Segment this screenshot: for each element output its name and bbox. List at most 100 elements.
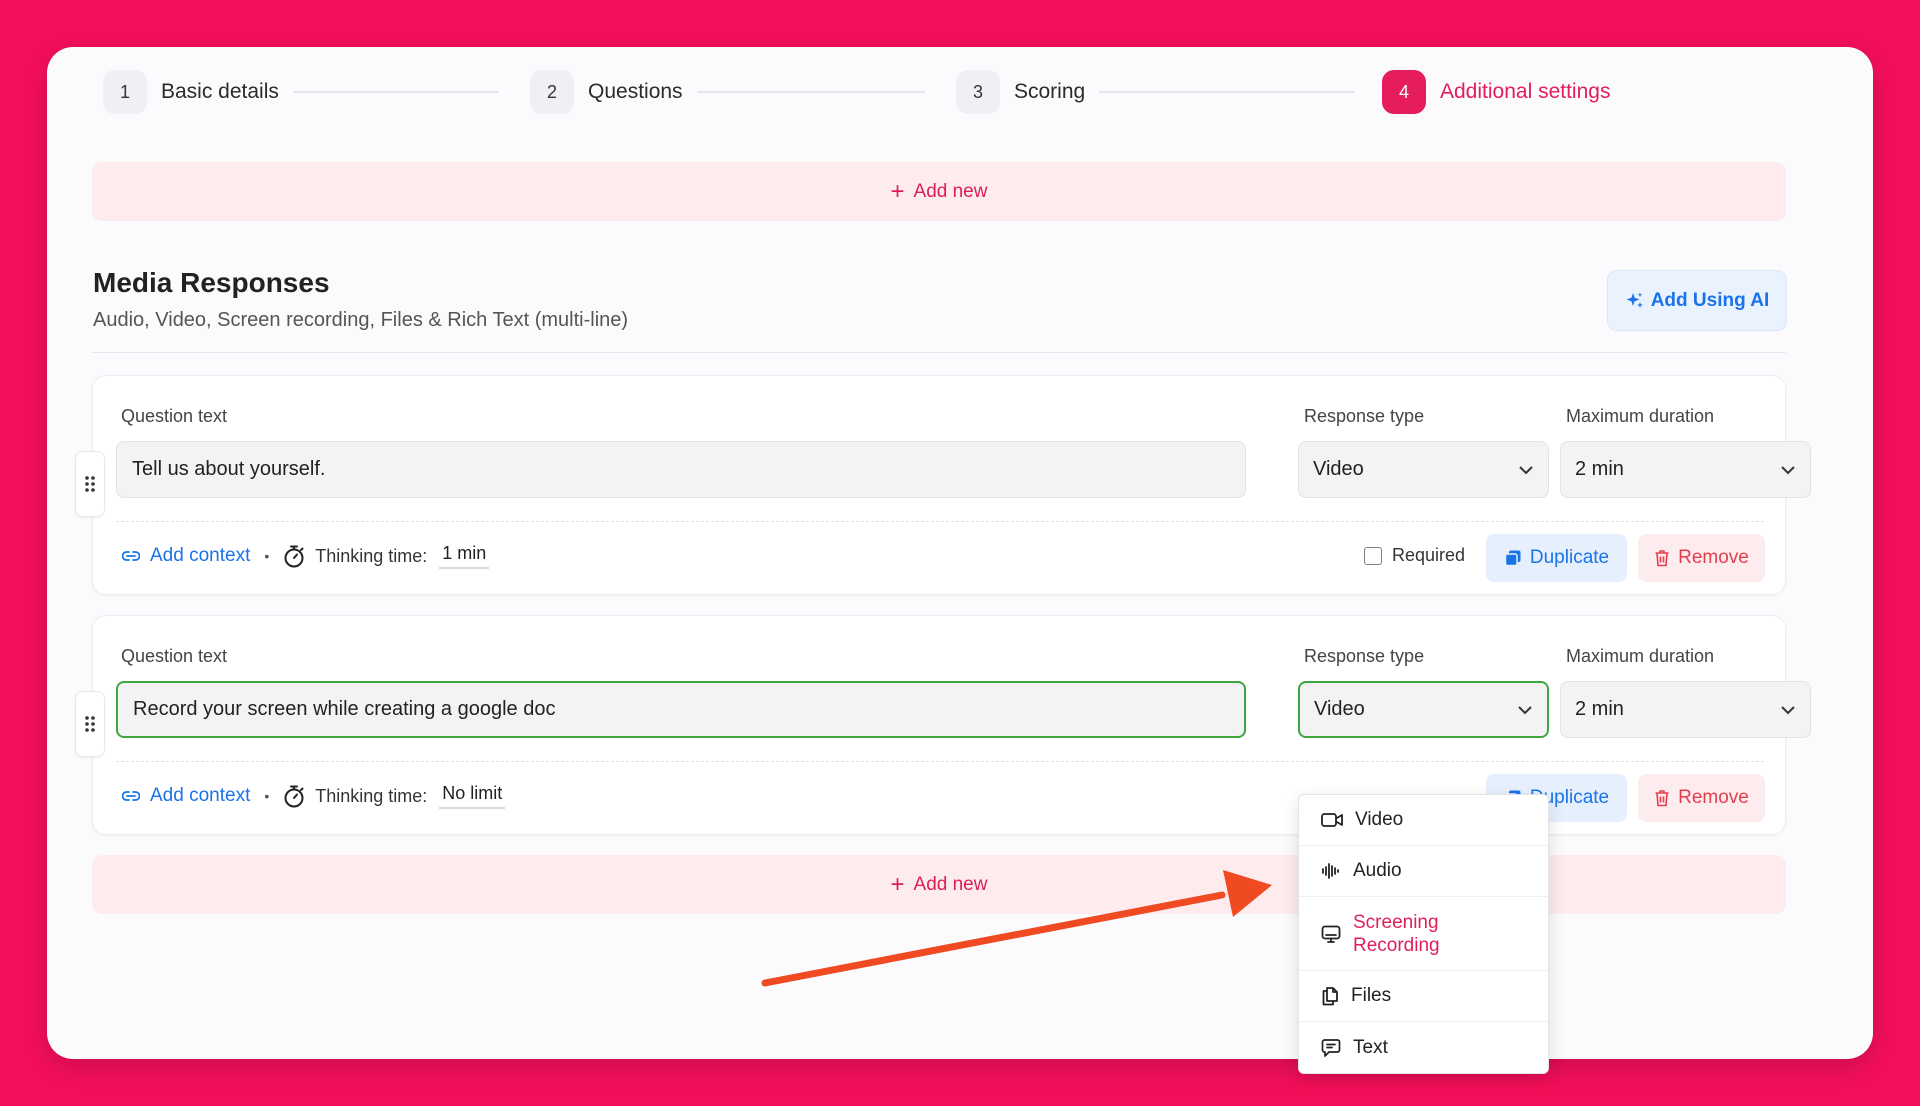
chevron-down-icon (1519, 465, 1533, 474)
max-duration-label: Maximum duration (1566, 406, 1715, 426)
stopwatch-icon (284, 545, 304, 568)
question-text-value: Tell us about yourself. (132, 458, 326, 480)
step-connector (292, 91, 499, 93)
chevron-down-icon (1781, 465, 1795, 474)
thinking-time-value[interactable]: 1 min (439, 543, 490, 569)
question-text-input[interactable]: Tell us about yourself. (116, 441, 1246, 498)
remove-button[interactable]: Remove (1638, 534, 1765, 582)
step-label: Questions (588, 80, 683, 103)
thinking-time-label: Thinking time: (315, 545, 428, 566)
add-context-label: Add context (150, 785, 251, 806)
step-connector (1099, 91, 1356, 93)
step-basic-details[interactable]: 1 Basic details (103, 69, 499, 115)
add-using-ai-button[interactable]: Add Using AI (1607, 270, 1787, 331)
thinking-time: Thinking time: 1 min (283, 543, 490, 569)
step-questions[interactable]: 2 Questions (530, 69, 925, 115)
add-context-link[interactable]: Add context (122, 785, 250, 807)
separator-dot: • (264, 548, 270, 564)
menu-item-label: Audio (1353, 860, 1402, 881)
response-type-label: Response type (1304, 646, 1425, 666)
question-footer: Add context • Thinking time: 1 min (122, 534, 490, 578)
required-label: Required (1392, 545, 1466, 565)
question-text-label: Question text (121, 646, 228, 666)
question-card: Question text Response type Maximum dura… (75, 375, 1811, 595)
section-subtitle: Audio, Video, Screen recording, Files & … (93, 309, 629, 331)
step-label: Scoring (1014, 80, 1086, 103)
step-additional-settings[interactable]: 4 Additional settings (1382, 69, 1610, 115)
step-connector (696, 91, 925, 93)
response-type-menu: Video Audio Screening Recording Files Te… (1298, 794, 1549, 1074)
question-text-label: Question text (121, 406, 228, 426)
response-type-select[interactable]: Video (1298, 681, 1549, 738)
add-context-label: Add context (150, 545, 251, 566)
thinking-time-label: Thinking time: (315, 785, 428, 806)
step-number: 2 (530, 70, 574, 114)
sparkle-icon (1626, 292, 1643, 308)
add-new-label: Add new (913, 873, 988, 895)
drag-dots-icon (85, 476, 95, 492)
drag-handle[interactable] (75, 451, 105, 517)
max-duration-value: 2 min (1575, 458, 1624, 480)
link-icon (122, 551, 140, 561)
audio-icon (1322, 863, 1339, 879)
trash-icon (1655, 790, 1669, 807)
stopwatch-icon (284, 785, 304, 808)
step-number: 3 (956, 70, 1000, 114)
drag-dots-icon (85, 716, 95, 732)
menu-item-label-line1: Screening (1353, 911, 1439, 933)
menu-item-text[interactable]: Text (1299, 1022, 1548, 1073)
thinking-time: Thinking time: No limit (283, 783, 506, 809)
chevron-down-icon (1781, 705, 1795, 714)
form-card: 1 Basic details 2 Questions 3 Scoring 4 … (47, 47, 1873, 1074)
card-separator (116, 761, 1764, 762)
menu-item-label: Screening Recording (1353, 911, 1440, 957)
step-label: Additional settings (1440, 80, 1611, 103)
menu-item-video[interactable]: Video (1299, 795, 1548, 846)
section-divider (92, 352, 1786, 353)
chevron-down-icon (1518, 705, 1532, 714)
plus-icon: + (890, 870, 905, 898)
menu-item-audio[interactable]: Audio (1299, 846, 1548, 897)
add-context-link[interactable]: Add context (122, 545, 250, 567)
max-duration-label: Maximum duration (1566, 646, 1715, 666)
add-using-ai-label: Add Using AI (1650, 289, 1770, 311)
menu-item-files[interactable]: Files (1299, 971, 1548, 1022)
add-new-button-top[interactable]: + Add new (92, 162, 1786, 221)
response-type-label: Response type (1304, 406, 1425, 426)
screen-icon (1321, 925, 1341, 943)
separator-dot: • (264, 788, 270, 804)
section-title: Media Responses (93, 267, 330, 298)
max-duration-select[interactable]: 2 min (1560, 681, 1811, 738)
card-separator (116, 521, 1764, 522)
question-text-value: Record your screen while creating a goog… (133, 698, 556, 720)
duplicate-button[interactable]: Duplicate (1486, 534, 1627, 582)
add-new-label: Add new (913, 180, 988, 202)
plus-icon: + (890, 177, 905, 205)
menu-item-label: Text (1353, 1036, 1388, 1058)
trash-icon (1655, 550, 1669, 567)
required-checkbox[interactable] (1364, 546, 1382, 565)
max-duration-select[interactable]: 2 min (1560, 441, 1811, 498)
text-icon (1321, 1038, 1341, 1057)
response-type-value: Video (1313, 458, 1364, 480)
menu-item-label: Video (1355, 809, 1404, 830)
required-toggle[interactable]: Required (1364, 545, 1465, 566)
step-number: 4 (1382, 70, 1426, 114)
question-text-input[interactable]: Record your screen while creating a goog… (116, 681, 1246, 738)
duplicate-label: Duplicate (1529, 547, 1610, 568)
step-number: 1 (103, 70, 147, 114)
max-duration-value: 2 min (1575, 698, 1624, 720)
files-icon (1322, 987, 1338, 1006)
video-icon (1321, 813, 1343, 827)
response-type-value: Video (1314, 698, 1365, 720)
menu-item-label-line2: Recording (1353, 934, 1440, 956)
step-scoring[interactable]: 3 Scoring (956, 69, 1356, 115)
drag-handle[interactable] (75, 691, 105, 757)
thinking-time-value[interactable]: No limit (439, 783, 506, 809)
menu-item-screen-recording[interactable]: Screening Recording (1299, 897, 1548, 971)
copy-icon (1504, 550, 1521, 567)
remove-button[interactable]: Remove (1638, 774, 1765, 822)
response-type-select[interactable]: Video (1298, 441, 1549, 498)
step-label: Basic details (161, 80, 279, 103)
link-icon (122, 791, 140, 801)
